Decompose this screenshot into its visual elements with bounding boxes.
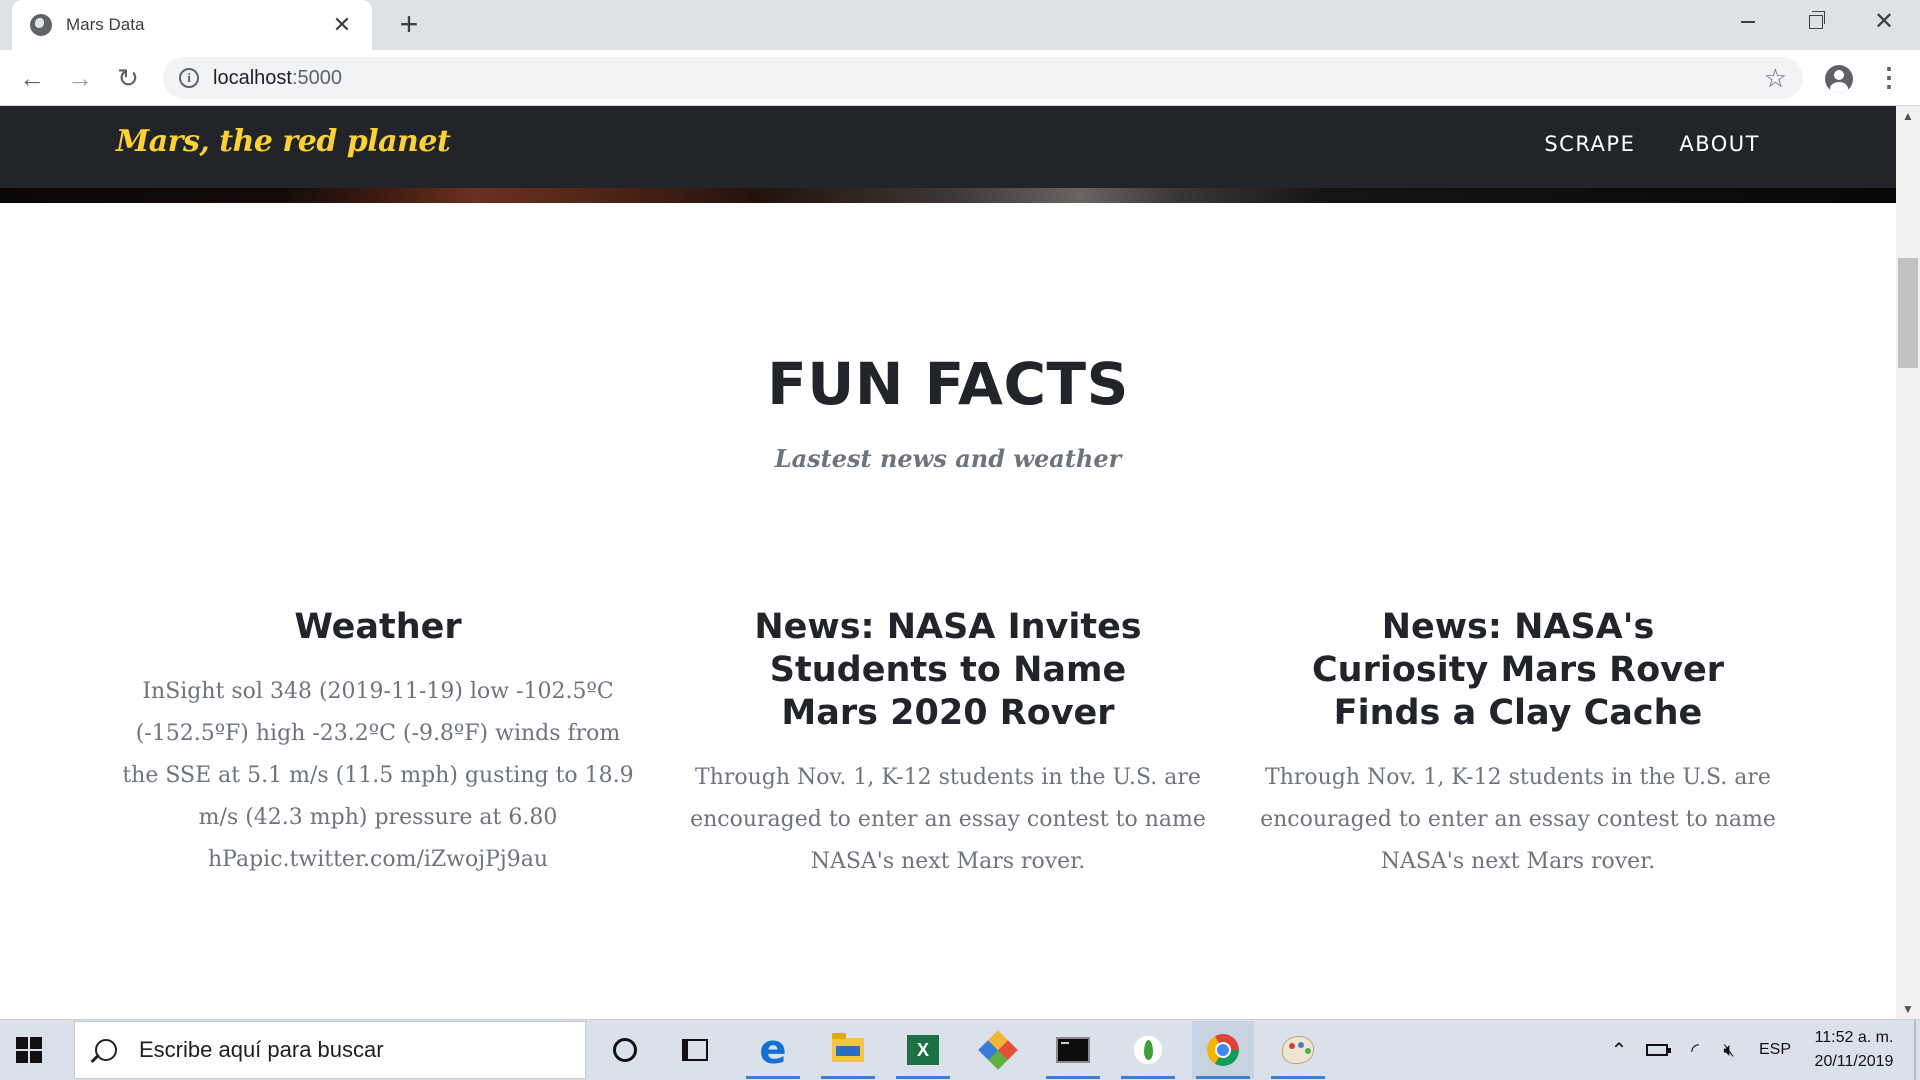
show-hidden-icons-chevron-up-icon[interactable]: ⌃ bbox=[1604, 1021, 1634, 1079]
url-text[interactable]: localhost:5000 bbox=[213, 67, 1764, 90]
taskbar-search-box[interactable]: Escribe aquí para buscar bbox=[74, 1021, 586, 1079]
weather-card: Weather InSight sol 348 (2019-11-19) low… bbox=[113, 606, 643, 881]
hero-image-strip bbox=[0, 188, 1896, 203]
task-view-button[interactable] bbox=[664, 1021, 726, 1079]
restore-button[interactable] bbox=[1782, 0, 1850, 44]
paint-icon bbox=[1282, 1036, 1314, 1064]
windows-taskbar: Escribe aquí para buscar e X ⌃ ◜ 🔇︎ ESP … bbox=[0, 1019, 1920, 1080]
card-heading: Weather bbox=[294, 607, 462, 647]
minimize-icon bbox=[1741, 21, 1755, 23]
card-text: Through Nov. 1, K-12 students in the U.S… bbox=[1260, 765, 1776, 874]
new-tab-button[interactable]: + bbox=[392, 8, 426, 42]
mongodb-button[interactable] bbox=[1117, 1021, 1179, 1079]
mongodb-icon bbox=[1133, 1035, 1163, 1065]
url-port: :5000 bbox=[291, 66, 342, 89]
close-icon: ✕ bbox=[1873, 8, 1895, 35]
file-explorer-button[interactable] bbox=[817, 1021, 879, 1079]
news-card: News: NASA Invites Students to Name Mars… bbox=[683, 606, 1213, 883]
restore-icon bbox=[1809, 11, 1825, 29]
site-navbar: Mars, the red planet SCRAPE ABOUT bbox=[0, 106, 1896, 188]
clock-time: 11:52 a. m. bbox=[1814, 1029, 1894, 1046]
section-title: FUN FACTS bbox=[767, 350, 1129, 418]
card-heading: News: NASA Invites Students to Name Mars… bbox=[754, 607, 1142, 733]
edge-button[interactable]: e bbox=[742, 1021, 804, 1079]
scroll-down-arrow-icon[interactable]: ▼ bbox=[1896, 999, 1920, 1019]
card-text: InSight sol 348 (2019-11-19) low -102.5º… bbox=[122, 679, 634, 872]
back-button[interactable]: ← bbox=[14, 60, 50, 96]
section-subtitle: Lastest news and weather bbox=[774, 444, 1122, 473]
windows-start-icon[interactable] bbox=[16, 1037, 42, 1063]
terminal-button[interactable] bbox=[1042, 1021, 1104, 1079]
scroll-up-arrow-icon[interactable]: ▲ bbox=[1896, 106, 1920, 126]
browser-tab[interactable]: Mars Data ✕ bbox=[12, 0, 372, 50]
close-tab-icon[interactable]: ✕ bbox=[330, 14, 354, 36]
chrome-icon bbox=[1207, 1034, 1239, 1066]
site-brand[interactable]: Mars, the red planet bbox=[116, 124, 451, 159]
site-info-icon[interactable]: i bbox=[179, 68, 199, 88]
edge-icon: e bbox=[759, 1027, 787, 1073]
file-explorer-icon bbox=[832, 1033, 864, 1062]
address-bar[interactable]: i localhost:5000 ☆ bbox=[163, 57, 1803, 99]
scrollbar-thumb[interactable] bbox=[1898, 258, 1918, 368]
excel-button[interactable]: X bbox=[892, 1021, 954, 1079]
task-view-icon bbox=[682, 1039, 708, 1061]
search-icon bbox=[95, 1039, 117, 1061]
git-button[interactable] bbox=[967, 1021, 1029, 1079]
forward-button[interactable]: → bbox=[62, 60, 98, 96]
close-window-button[interactable]: ✕ bbox=[1850, 0, 1918, 44]
bookmark-star-icon[interactable]: ☆ bbox=[1764, 63, 1787, 94]
excel-icon: X bbox=[907, 1035, 939, 1065]
paint-button[interactable] bbox=[1267, 1021, 1329, 1079]
nav-link-scrape[interactable]: SCRAPE bbox=[1544, 132, 1635, 156]
url-host: localhost bbox=[213, 66, 292, 89]
browser-menu-icon[interactable]: ⋮ bbox=[1876, 62, 1902, 94]
browser-tab-strip: Mars Data ✕ + ✕ bbox=[0, 0, 1920, 50]
battery-icon[interactable] bbox=[1640, 1021, 1674, 1079]
chrome-button[interactable] bbox=[1192, 1021, 1254, 1079]
page-viewport: Mars, the red planet SCRAPE ABOUT FUN FA… bbox=[0, 106, 1896, 1019]
nav-link-about[interactable]: ABOUT bbox=[1679, 132, 1760, 156]
clock-date: 20/11/2019 bbox=[1814, 1053, 1894, 1070]
page-scrollbar[interactable]: ▲ ▼ bbox=[1896, 106, 1920, 1019]
globe-icon bbox=[30, 14, 52, 36]
volume-muted-icon[interactable]: 🔇︎ bbox=[1712, 1021, 1746, 1079]
tab-title: Mars Data bbox=[66, 15, 145, 34]
cortana-button[interactable] bbox=[594, 1021, 656, 1079]
card-heading: News: NASA's Curiosity Mars Rover Finds … bbox=[1311, 607, 1724, 733]
profile-avatar-icon[interactable] bbox=[1825, 65, 1853, 93]
system-clock[interactable]: 11:52 a. m. 20/11/2019 bbox=[1798, 1026, 1910, 1074]
git-icon bbox=[978, 1030, 1018, 1070]
input-language[interactable]: ESP bbox=[1752, 1021, 1798, 1079]
reload-button[interactable]: ↻ bbox=[110, 60, 146, 96]
browser-toolbar: ← → ↻ i localhost:5000 ☆ ⋮ bbox=[0, 50, 1920, 106]
search-placeholder: Escribe aquí para buscar bbox=[139, 1037, 384, 1062]
card-text: Through Nov. 1, K-12 students in the U.S… bbox=[690, 765, 1206, 874]
wifi-icon[interactable]: ◜ bbox=[1678, 1021, 1712, 1079]
minimize-button[interactable] bbox=[1714, 0, 1782, 44]
cortana-icon bbox=[613, 1038, 637, 1062]
nav-links: SCRAPE ABOUT bbox=[1544, 132, 1760, 156]
terminal-icon bbox=[1056, 1037, 1090, 1063]
show-desktop-button[interactable] bbox=[1914, 1020, 1916, 1080]
news-card: News: NASA's Curiosity Mars Rover Finds … bbox=[1253, 606, 1783, 883]
